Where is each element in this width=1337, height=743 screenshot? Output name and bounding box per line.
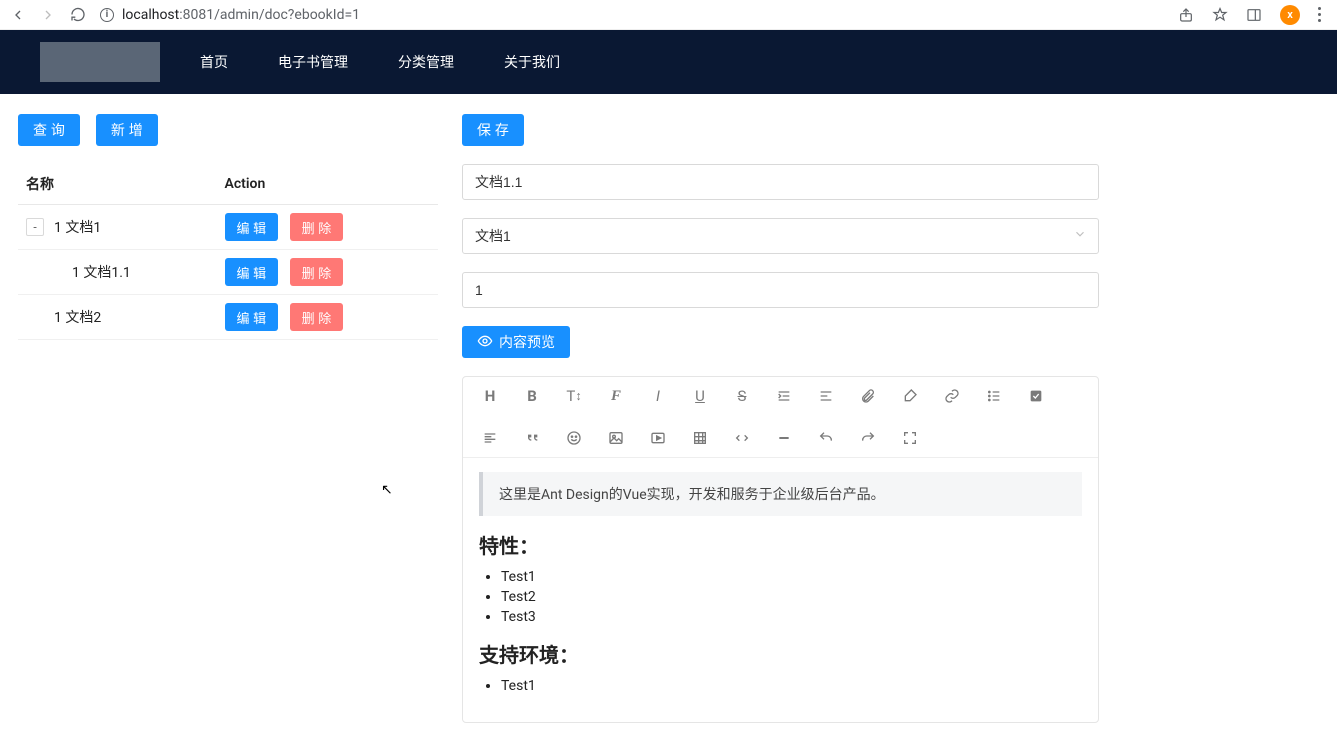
parent-select-value[interactable]	[462, 218, 1099, 254]
features-list: Test1 Test2 Test3	[479, 569, 1082, 625]
doc-table: 名称 Action - 1 文档1 编 辑 删 除	[18, 164, 438, 340]
url-host: localhost	[122, 7, 179, 23]
fontsize-icon[interactable]: T↕	[565, 387, 583, 405]
link-icon[interactable]	[943, 387, 961, 405]
nav-ebook[interactable]: 电子书管理	[268, 52, 358, 72]
reload-icon[interactable]	[70, 7, 86, 23]
left-panel: 查 询 新 增 名称 Action - 1 文档1	[18, 114, 438, 723]
list-icon[interactable]	[985, 387, 1003, 405]
edit-button[interactable]: 编 辑	[225, 303, 279, 331]
title-input[interactable]	[462, 164, 1099, 200]
table-row: 1 文档1.1 编 辑 删 除	[18, 250, 438, 295]
save-button[interactable]: 保 存	[462, 114, 524, 146]
site-info-icon[interactable]: i	[100, 8, 114, 22]
undo-icon[interactable]	[817, 429, 835, 447]
sort-input[interactable]	[462, 272, 1099, 308]
env-list: Test1	[479, 678, 1082, 694]
font-icon[interactable]: F	[607, 387, 625, 405]
delete-button[interactable]: 删 除	[290, 213, 344, 241]
heading-icon[interactable]: H	[481, 387, 499, 405]
expand-toggle[interactable]: -	[26, 218, 44, 236]
eye-icon	[477, 333, 493, 352]
preview-button[interactable]: 内容预览	[462, 326, 570, 358]
strike-icon[interactable]: S	[733, 387, 751, 405]
panel-icon[interactable]	[1246, 7, 1262, 23]
edit-button[interactable]: 编 辑	[225, 213, 279, 241]
heading-env: 支持环境：	[479, 639, 1082, 668]
brush-icon[interactable]	[901, 387, 919, 405]
bold-icon[interactable]: B	[523, 387, 541, 405]
quote-block: 这里是Ant Design的Vue实现，开发和服务于企业级后台产品。	[479, 472, 1082, 516]
right-panel: 保 存 内容预览 H B T↕	[462, 114, 1319, 723]
col-action: Action	[217, 164, 438, 205]
code-icon[interactable]	[733, 429, 751, 447]
indent-icon[interactable]	[775, 387, 793, 405]
italic-icon[interactable]: I	[649, 387, 667, 405]
row-name: 1 文档1	[54, 217, 101, 237]
checkbox-icon[interactable]	[1027, 387, 1045, 405]
editor-toolbar: H B T↕ F I U S	[463, 377, 1098, 458]
redo-icon[interactable]	[859, 429, 877, 447]
row-name: 1 文档2	[26, 307, 209, 327]
underline-icon[interactable]: U	[691, 387, 709, 405]
table-row: 1 文档2 编 辑 删 除	[18, 295, 438, 340]
top-nav: 首页 电子书管理 分类管理 关于我们	[0, 30, 1337, 94]
align-icon[interactable]	[817, 387, 835, 405]
preview-label: 内容预览	[499, 332, 555, 352]
add-button[interactable]: 新 增	[96, 114, 158, 146]
menu-dots-icon[interactable]	[1318, 7, 1321, 22]
url-bar[interactable]: i localhost:8081/admin/doc?ebookId=1	[100, 7, 1164, 23]
fullscreen-icon[interactable]	[901, 429, 919, 447]
delete-button[interactable]: 删 除	[290, 303, 344, 331]
col-name: 名称	[18, 164, 217, 205]
video-icon[interactable]	[649, 429, 667, 447]
image-icon[interactable]	[607, 429, 625, 447]
emoji-icon[interactable]	[565, 429, 583, 447]
nav-about[interactable]: 关于我们	[494, 52, 570, 72]
query-button[interactable]: 查 询	[18, 114, 80, 146]
list-item: Test1	[501, 678, 1082, 694]
list-item: Test3	[501, 609, 1082, 625]
list-item: Test1	[501, 569, 1082, 585]
share-icon[interactable]	[1178, 7, 1194, 23]
parent-select[interactable]	[462, 218, 1099, 254]
quote-icon[interactable]	[523, 429, 541, 447]
profile-avatar[interactable]: x	[1280, 5, 1300, 25]
editor: H B T↕ F I U S	[462, 376, 1099, 723]
align-left-icon[interactable]	[481, 429, 499, 447]
link-attach-icon[interactable]	[859, 387, 877, 405]
delete-button[interactable]: 删 除	[290, 258, 344, 286]
star-icon[interactable]	[1212, 7, 1228, 23]
browser-chrome: i localhost:8081/admin/doc?ebookId=1 x	[0, 0, 1337, 30]
nav-home[interactable]: 首页	[190, 52, 238, 72]
heading-features: 特性：	[479, 530, 1082, 559]
list-item: Test2	[501, 589, 1082, 605]
nav-category[interactable]: 分类管理	[388, 52, 464, 72]
url-path: :8081/admin/doc?ebookId=1	[179, 7, 360, 23]
table-row: - 1 文档1 编 辑 删 除	[18, 205, 438, 250]
chevron-down-icon	[1073, 227, 1087, 245]
table-icon[interactable]	[691, 429, 709, 447]
back-icon[interactable]	[10, 7, 26, 23]
forward-icon	[40, 7, 56, 23]
hr-icon[interactable]	[775, 429, 793, 447]
edit-button[interactable]: 编 辑	[225, 258, 279, 286]
row-name: 1 文档1.1	[26, 262, 209, 282]
editor-body[interactable]: 这里是Ant Design的Vue实现，开发和服务于企业级后台产品。 特性： T…	[463, 458, 1098, 722]
logo-placeholder	[40, 42, 160, 82]
